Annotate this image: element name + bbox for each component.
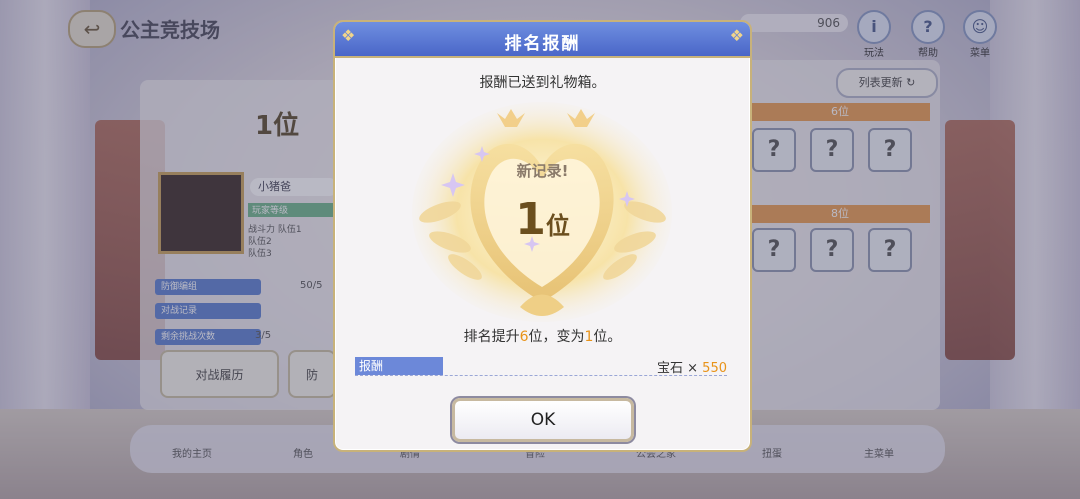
ok-button[interactable]: OK: [452, 398, 634, 442]
reward-row: 报酬 宝石 × 550: [355, 357, 727, 376]
reward-value: 宝石 × 550: [657, 357, 727, 376]
achieved-rank: 1位: [335, 194, 750, 245]
promo-rise-value: 6: [519, 329, 529, 345]
rank-number: 1: [515, 194, 546, 245]
promotion-message: 排名提升6位，变为1位。: [335, 326, 750, 346]
new-record-label: 新记录!: [516, 162, 569, 180]
promo-text: 位，变为: [528, 329, 585, 345]
dialog-title: 排名报酬: [504, 34, 581, 54]
reward-quantity: 550: [702, 361, 727, 376]
sent-message: 报酬已送到礼物箱。: [479, 75, 606, 91]
ranking-reward-dialog: ❖ ❖ 排名报酬 报酬已送到礼物箱。 新记录! 1位 排名提升6位，变为1位。 …: [333, 20, 752, 452]
promo-text: 位。: [593, 329, 622, 345]
promo-text: 排名提升: [463, 329, 520, 345]
rank-unit: 位: [545, 212, 570, 240]
reward-item: 宝石 ×: [657, 361, 703, 376]
reward-label: 报酬: [355, 357, 443, 375]
